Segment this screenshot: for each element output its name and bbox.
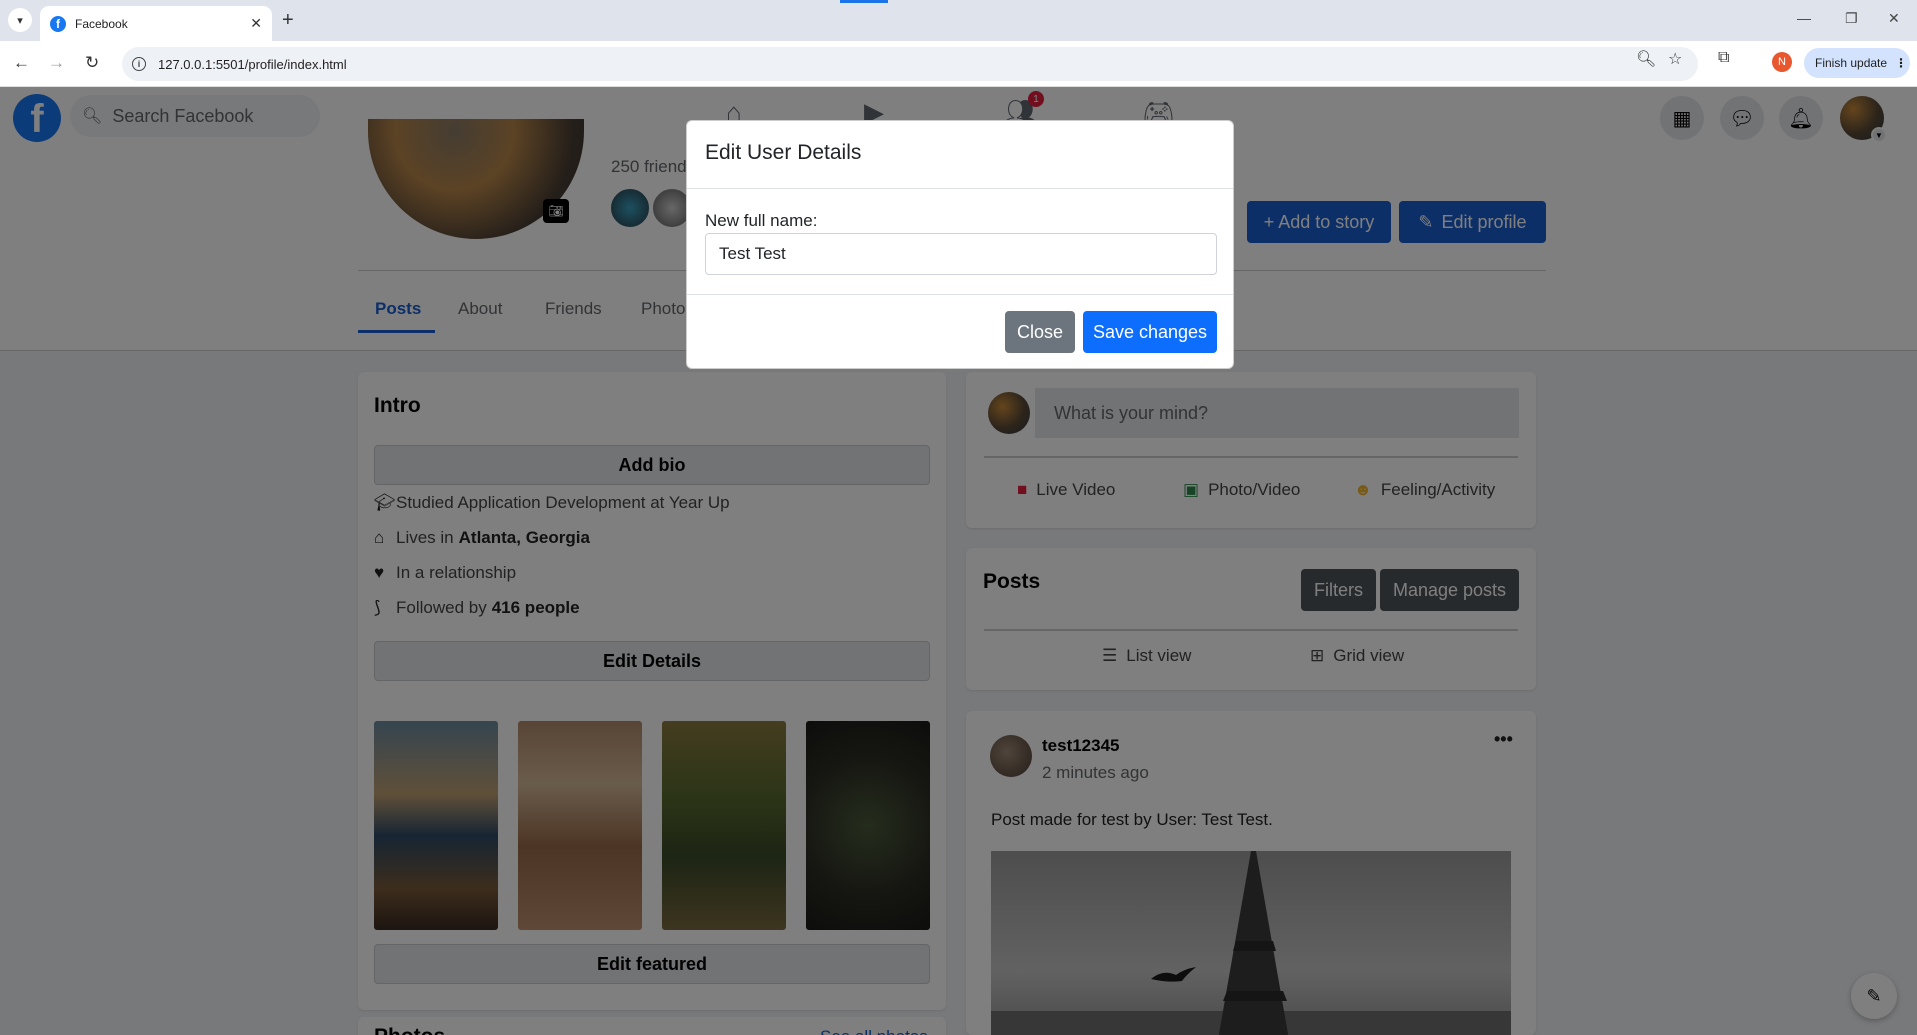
reload-icon[interactable]: ↻ [85, 53, 99, 73]
zoom-icon[interactable]: 🔍︎ [1636, 49, 1656, 69]
finish-update-button[interactable]: Finish update ⋮ [1804, 48, 1910, 78]
loading-indicator [840, 0, 888, 3]
full-name-label: New full name: [705, 211, 818, 230]
site-info-icon[interactable]: i [132, 57, 146, 71]
full-name-input[interactable] [705, 233, 1217, 275]
address-bar-row: ← → ↻ i 127.0.0.1:5501/profile/index.htm… [0, 41, 1917, 87]
close-button[interactable]: Close [1005, 311, 1075, 353]
save-changes-button[interactable]: Save changes [1083, 311, 1217, 353]
finish-update-label: Finish update [1815, 56, 1888, 70]
restore-icon[interactable]: ❐ [1845, 10, 1858, 27]
tab-close-icon[interactable]: ✕ [250, 15, 262, 32]
browser-tab[interactable]: f Facebook ✕ [40, 6, 272, 41]
tab-title: Facebook [75, 16, 128, 31]
tab-search-button[interactable]: ▾ [8, 8, 32, 32]
modal-footer-divider [687, 294, 1233, 295]
url-field[interactable]: i 127.0.0.1:5501/profile/index.html [122, 47, 1698, 81]
browser-menu-icon: ⋮ [1895, 56, 1908, 70]
url-text: 127.0.0.1:5501/profile/index.html [158, 56, 347, 72]
modal-title: Edit User Details [705, 141, 862, 164]
edit-user-modal: Edit User Details New full name: Close S… [686, 120, 1234, 369]
browser-tab-strip: ▾ f Facebook ✕ + — ❐ ✕ [0, 0, 1917, 41]
close-window-icon[interactable]: ✕ [1888, 10, 1900, 27]
new-tab-icon[interactable]: + [282, 9, 294, 32]
minimize-icon[interactable]: — [1797, 10, 1811, 26]
bookmark-star-icon[interactable]: ☆ [1668, 49, 1682, 69]
back-icon[interactable]: ← [13, 53, 30, 73]
browser-profile-avatar[interactable]: N [1772, 52, 1792, 72]
extensions-icon[interactable]: ⧉ [1718, 49, 1729, 67]
modal-header-divider [687, 188, 1233, 189]
forward-icon[interactable]: → [48, 53, 65, 73]
facebook-favicon-icon: f [50, 15, 66, 32]
